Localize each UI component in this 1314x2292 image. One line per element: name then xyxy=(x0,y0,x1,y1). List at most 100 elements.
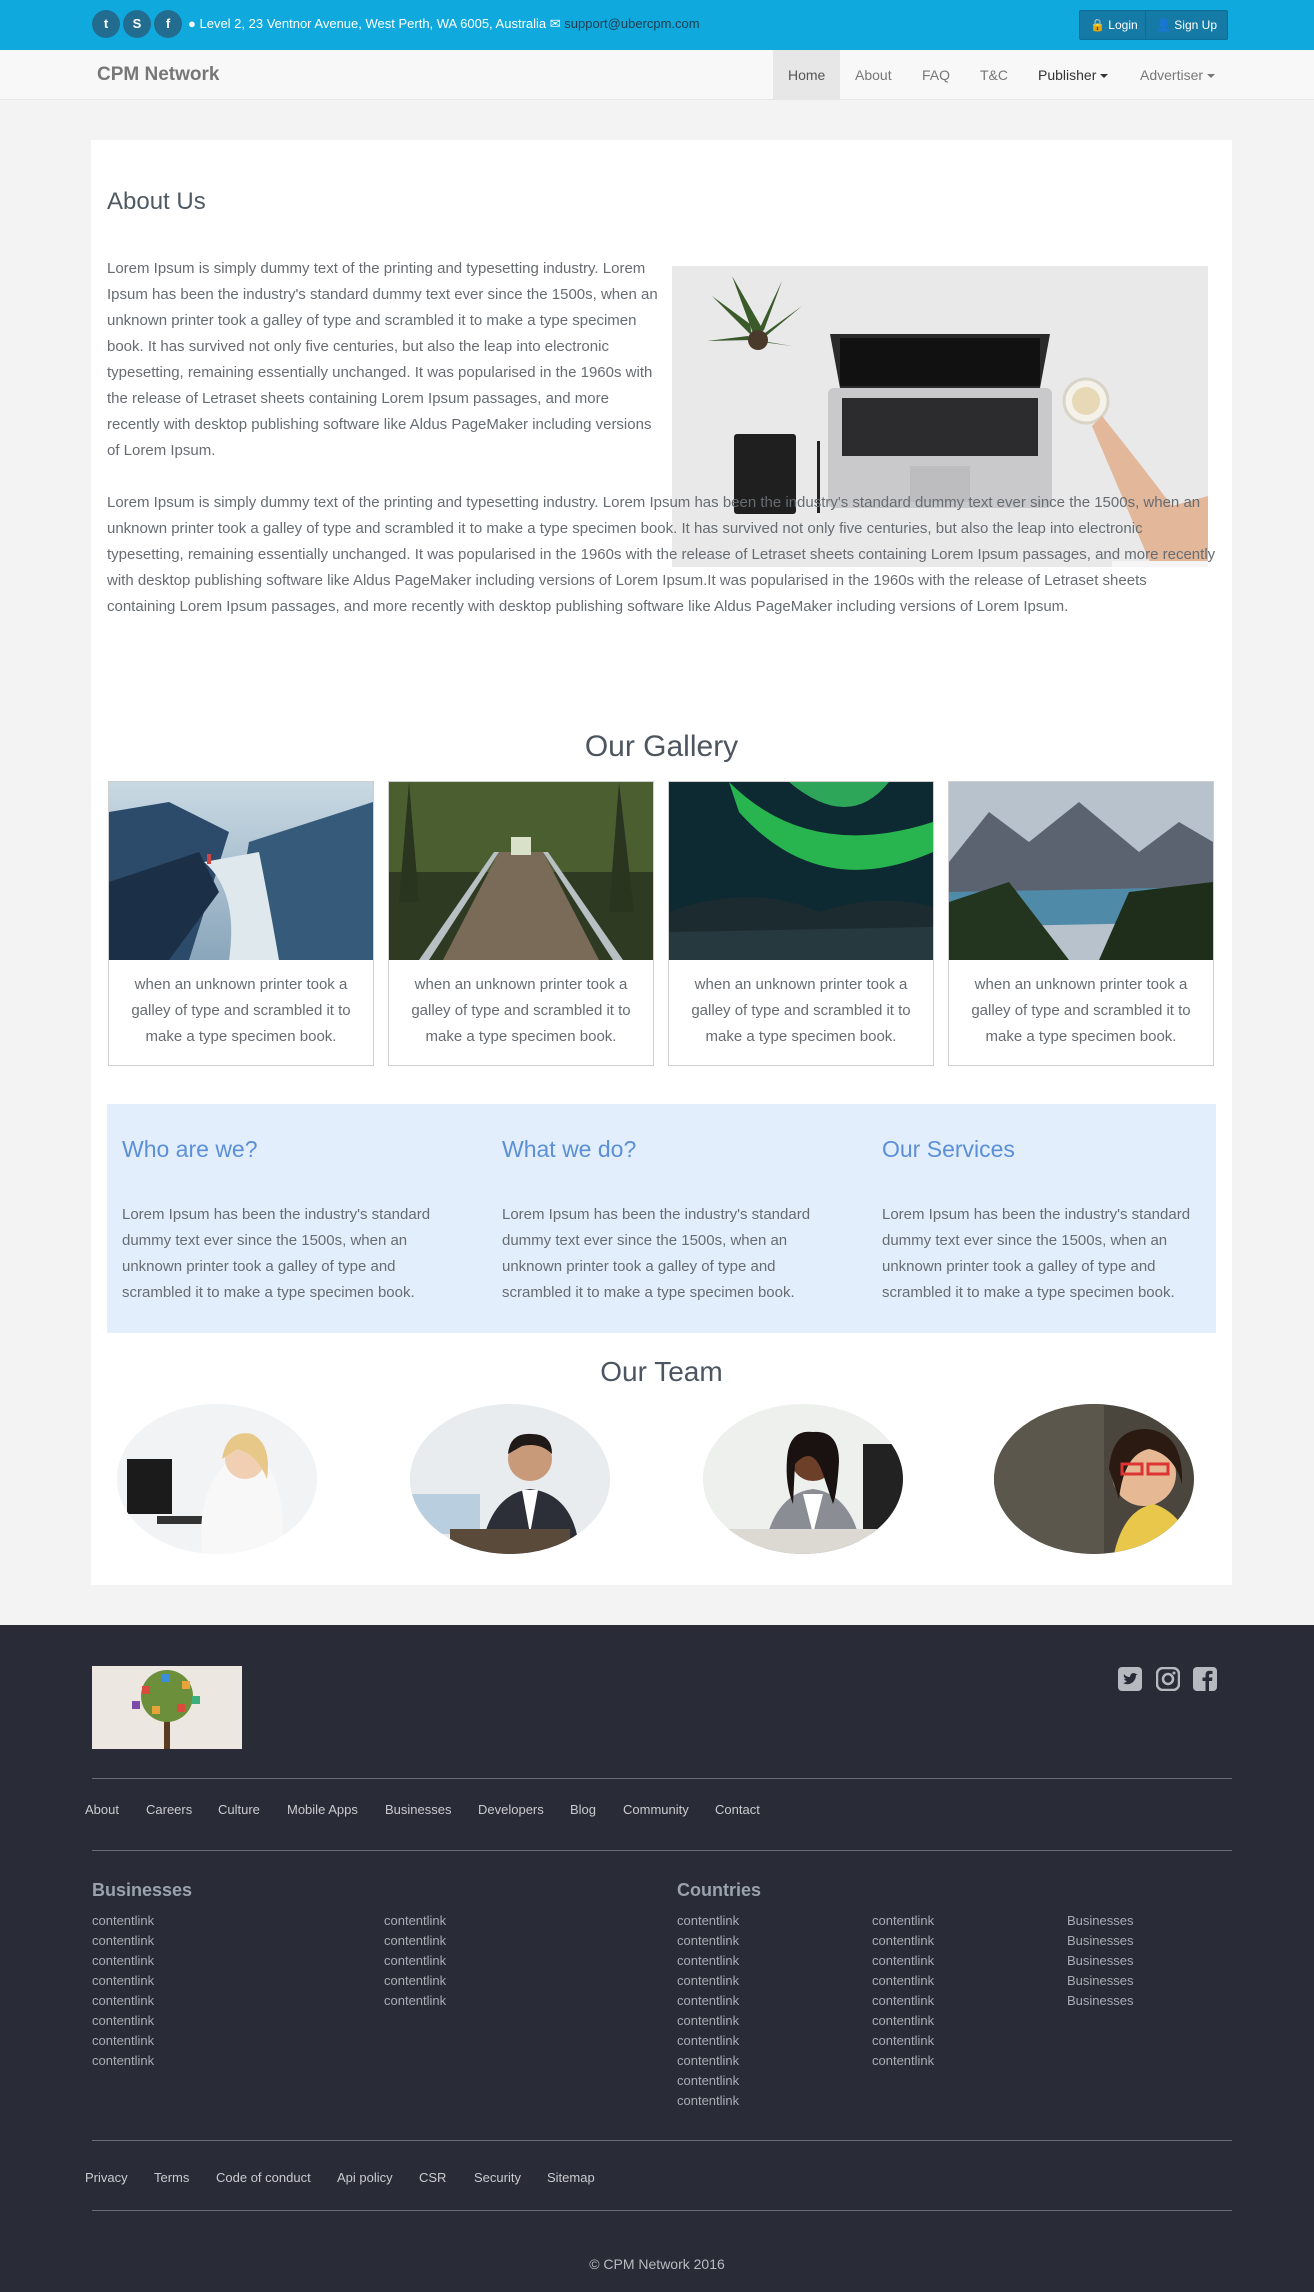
envelope-icon: ✉ xyxy=(549,16,561,31)
gallery-item[interactable]: when an unknown printer took a galley of… xyxy=(108,781,374,1066)
footer-content-link[interactable]: contentlink xyxy=(384,1933,446,1948)
footer-link-csr[interactable]: CSR xyxy=(419,2170,446,2185)
facebook-icon[interactable] xyxy=(1193,1667,1217,1691)
facebook-icon[interactable]: f xyxy=(154,10,182,38)
caret-down-icon xyxy=(1207,74,1216,79)
countries-heading: Countries xyxy=(677,1880,762,1900)
nav-about[interactable]: About xyxy=(855,50,892,100)
nav-tc[interactable]: T&C xyxy=(980,50,1008,100)
footer-content-link[interactable]: contentlink xyxy=(677,1993,739,2008)
footer-content-link[interactable]: contentlink xyxy=(677,2073,739,2088)
footer-content-link[interactable]: contentlink xyxy=(677,1953,739,1968)
footer-content-link[interactable]: contentlink xyxy=(872,2053,934,2068)
footer-content-link[interactable]: contentlink xyxy=(872,1953,934,1968)
footer-link-businesses[interactable]: Businesses xyxy=(385,1802,451,1817)
footer-link-about[interactable]: About xyxy=(85,1802,119,1817)
footer-content-link[interactable]: contentlink xyxy=(872,1993,934,2008)
footer-content-link[interactable]: contentlink xyxy=(872,2013,934,2028)
footer: About Careers Culture Mobile Apps Busine… xyxy=(0,1625,1314,2292)
nav-home[interactable]: Home xyxy=(773,50,841,100)
gallery-caption: when an unknown printer took a galley of… xyxy=(691,976,911,1045)
about-paragraph-2: Lorem Ipsum is simply dummy text of the … xyxy=(107,494,1216,615)
footer-content-link[interactable]: contentlink xyxy=(384,1993,446,2008)
footer-content-link[interactable]: contentlink xyxy=(92,2013,154,2028)
twitter-icon[interactable] xyxy=(1118,1667,1142,1691)
instagram-icon[interactable] xyxy=(1155,1666,1181,1692)
info-section: Who are we? Lorem Ipsum has been the ind… xyxy=(107,1104,1216,1333)
footer-content-link[interactable]: contentlink xyxy=(677,2033,739,2048)
gallery-image-fjord xyxy=(109,782,373,960)
footer-link-community[interactable]: Community xyxy=(623,1802,689,1817)
lock-icon: 🔒 xyxy=(1090,18,1105,32)
footer-link-privacy[interactable]: Privacy xyxy=(85,2170,128,2185)
footer-content-link[interactable]: contentlink xyxy=(92,1953,154,1968)
footer-link-mobile-apps[interactable]: Mobile Apps xyxy=(287,1802,358,1817)
about-paragraph-1: Lorem Ipsum is simply dummy text of the … xyxy=(107,260,658,459)
login-button[interactable]: 🔒 Login xyxy=(1079,10,1149,40)
footer-content-link[interactable]: contentlink xyxy=(92,2053,154,2068)
footer-content-link[interactable]: Businesses xyxy=(1067,1913,1133,1928)
footer-link-security[interactable]: Security xyxy=(474,2170,521,2185)
team-member-photo xyxy=(410,1404,610,1554)
brand-logo[interactable]: CPM Network xyxy=(97,64,219,86)
footer-content-link[interactable]: Businesses xyxy=(1067,1993,1133,2008)
signup-button[interactable]: 👤 Sign Up xyxy=(1145,10,1228,40)
login-label: Login xyxy=(1108,18,1138,32)
about-title: About Us xyxy=(107,188,206,215)
gallery-caption: when an unknown printer took a galley of… xyxy=(971,976,1191,1045)
team-member-photo xyxy=(994,1404,1194,1554)
footer-link-code-of-conduct[interactable]: Code of conduct xyxy=(216,2170,311,2185)
footer-link-sitemap[interactable]: Sitemap xyxy=(547,2170,595,2185)
footer-content-link[interactable]: contentlink xyxy=(677,1913,739,1928)
footer-link-developers[interactable]: Developers xyxy=(478,1802,544,1817)
footer-link-contact[interactable]: Contact xyxy=(715,1802,760,1817)
footer-divider xyxy=(92,2140,1232,2141)
footer-content-link[interactable]: contentlink xyxy=(872,2033,934,2048)
footer-content-link[interactable]: contentlink xyxy=(677,2053,739,2068)
footer-logo[interactable] xyxy=(92,1666,242,1749)
footer-link-api-policy[interactable]: Api policy xyxy=(337,2170,393,2185)
footer-content-link[interactable]: contentlink xyxy=(677,1973,739,1988)
info-title: Our Services xyxy=(882,1136,1015,1162)
footer-content-link[interactable]: contentlink xyxy=(92,1993,154,2008)
nav-publisher-dropdown[interactable]: Publisher xyxy=(1038,50,1109,100)
footer-link-terms[interactable]: Terms xyxy=(154,2170,189,2185)
signup-label: Sign Up xyxy=(1174,18,1217,32)
footer-content-link[interactable]: Businesses xyxy=(1067,1973,1133,1988)
gallery-title: Our Gallery xyxy=(584,730,739,763)
footer-link-careers[interactable]: Careers xyxy=(146,1802,192,1817)
gallery-image-mountain-lake xyxy=(949,782,1213,960)
footer-content-link[interactable]: contentlink xyxy=(92,1973,154,1988)
footer-content-link[interactable]: contentlink xyxy=(872,1933,934,1948)
footer-content-link[interactable]: contentlink xyxy=(384,1913,446,1928)
gallery-item[interactable]: when an unknown printer took a galley of… xyxy=(948,781,1214,1066)
footer-content-link[interactable]: contentlink xyxy=(92,2033,154,2048)
footer-content-link[interactable]: contentlink xyxy=(384,1973,446,1988)
gallery-image-aurora xyxy=(669,782,933,960)
info-text: Lorem Ipsum has been the industry's stan… xyxy=(502,1206,811,1301)
footer-content-link[interactable]: contentlink xyxy=(92,1933,154,1948)
footer-content-link[interactable]: Businesses xyxy=(1067,1953,1133,1968)
copyright: © CPM Network 2016 xyxy=(589,2256,725,2272)
footer-content-link[interactable]: contentlink xyxy=(872,1913,934,1928)
footer-content-link[interactable]: contentlink xyxy=(384,1953,446,1968)
footer-link-blog[interactable]: Blog xyxy=(570,1802,596,1817)
gallery-item[interactable]: when an unknown printer took a galley of… xyxy=(668,781,934,1066)
team-member-photo xyxy=(703,1404,903,1554)
footer-link-culture[interactable]: Culture xyxy=(218,1802,260,1817)
gallery-item[interactable]: when an unknown printer took a galley of… xyxy=(388,781,654,1066)
twitter-icon[interactable]: t xyxy=(92,10,120,38)
info-title: What we do? xyxy=(502,1136,637,1162)
footer-content-link[interactable]: contentlink xyxy=(92,1913,154,1928)
email-link[interactable]: support@ubercpm.com xyxy=(564,16,699,31)
footer-content-link[interactable]: contentlink xyxy=(677,1933,739,1948)
footer-content-link[interactable]: Businesses xyxy=(1067,1933,1133,1948)
gallery-caption: when an unknown printer took a galley of… xyxy=(411,976,631,1045)
nav-faq[interactable]: FAQ xyxy=(922,50,950,100)
footer-content-link[interactable]: contentlink xyxy=(677,2013,739,2028)
footer-content-link[interactable]: contentlink xyxy=(872,1973,934,1988)
footer-content-link[interactable]: contentlink xyxy=(677,2093,739,2108)
top-bar: t S f ● Level 2, 23 Ventnor Avenue, West… xyxy=(0,0,1314,50)
skype-icon[interactable]: S xyxy=(123,10,151,38)
nav-advertiser-dropdown[interactable]: Advertiser xyxy=(1140,50,1216,100)
